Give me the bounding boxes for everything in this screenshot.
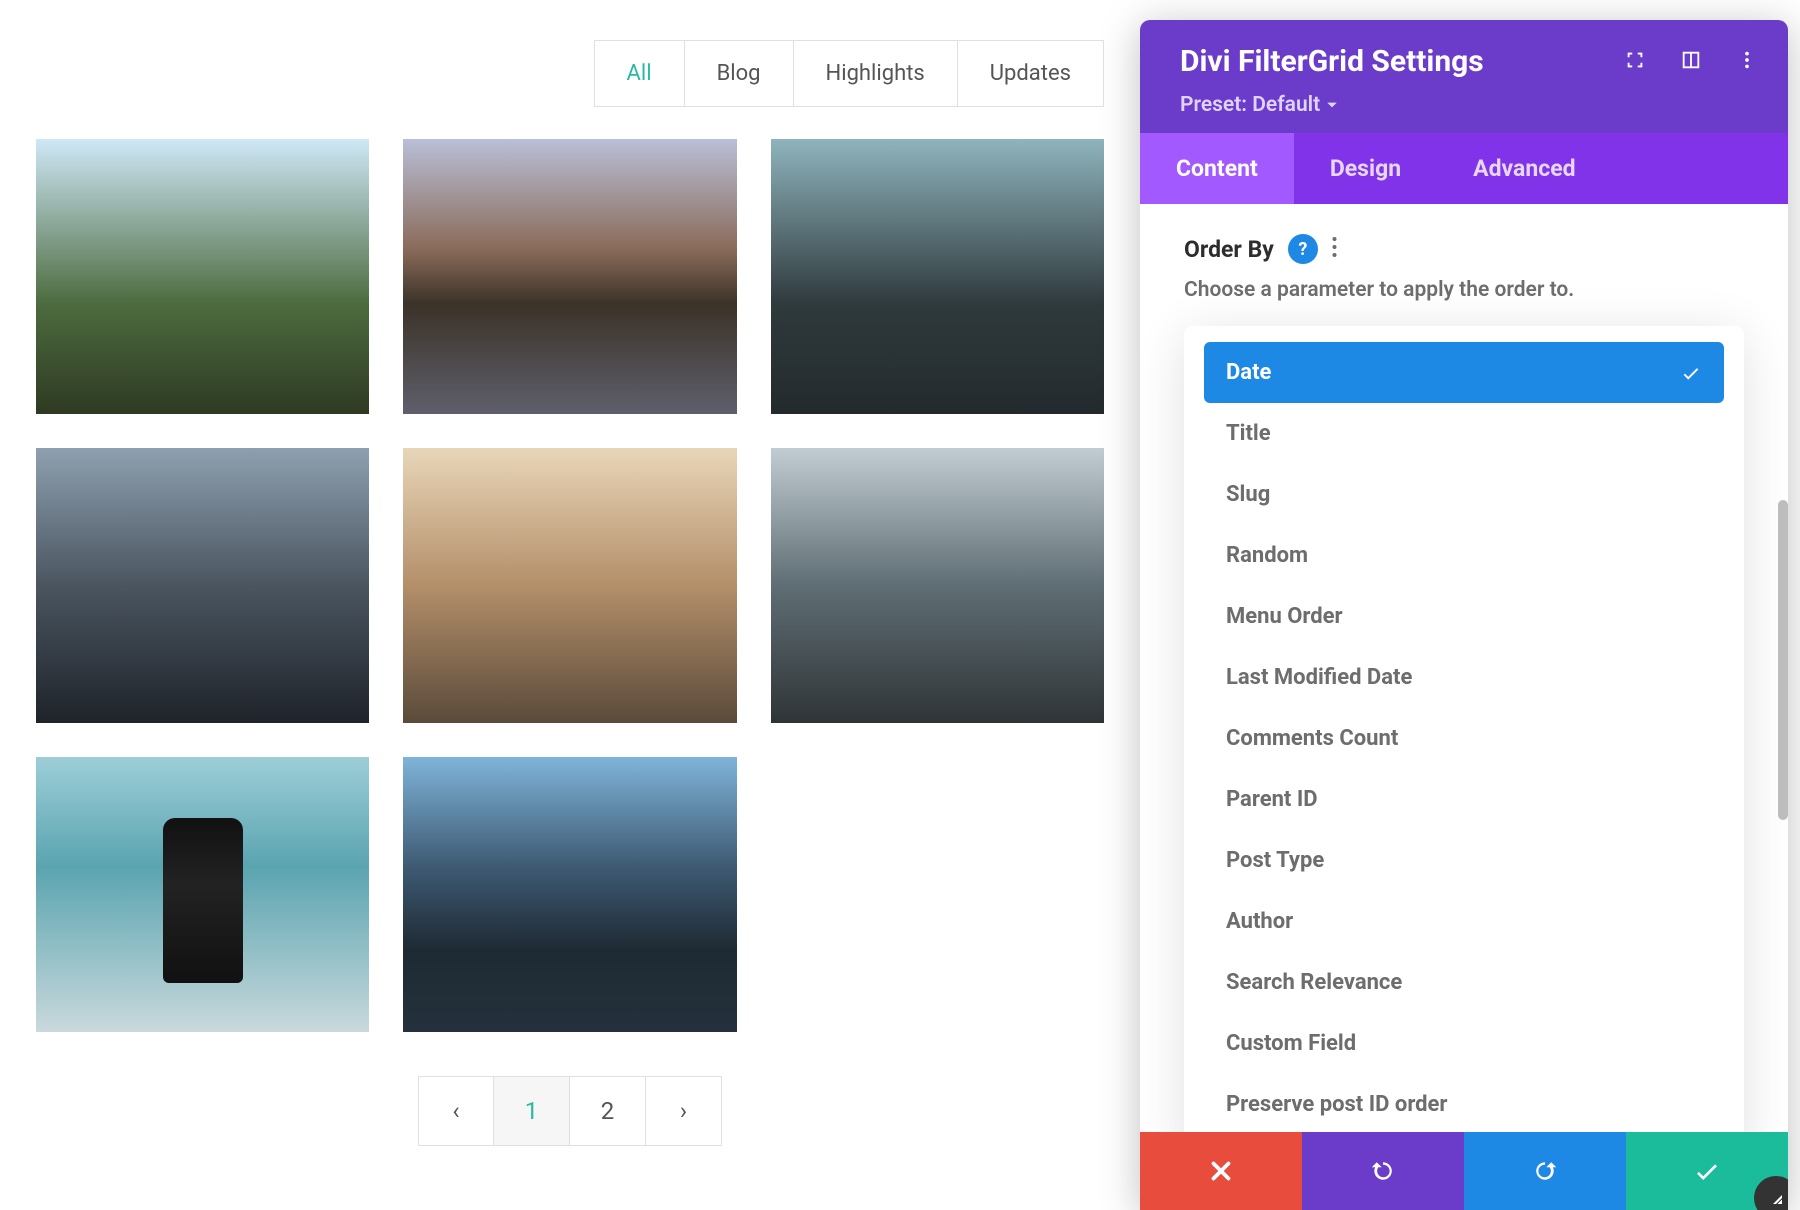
- order-by-option-post-type[interactable]: Post Type: [1204, 830, 1724, 891]
- order-by-option-search-relevance[interactable]: Search Relevance: [1204, 952, 1724, 1013]
- kebab-icon[interactable]: [1736, 49, 1758, 75]
- grid-item[interactable]: [403, 139, 736, 414]
- grid-item[interactable]: [403, 757, 736, 1032]
- panel-header: Divi FilterGrid Settings Preset: Default: [1140, 20, 1788, 133]
- chevron-down-icon: [1326, 99, 1338, 111]
- pagination-page-1[interactable]: 1: [494, 1076, 570, 1146]
- preset-selector[interactable]: Preset: Default: [1180, 93, 1758, 117]
- panel-body: Order By ? Choose a parameter to apply t…: [1140, 204, 1788, 1132]
- option-label: Date: [1226, 360, 1271, 385]
- layout-icon[interactable]: [1680, 49, 1702, 75]
- tab-design[interactable]: Design: [1294, 133, 1437, 204]
- grid-item[interactable]: [771, 448, 1104, 723]
- order-by-option-comments-count[interactable]: Comments Count: [1204, 708, 1724, 769]
- help-icon[interactable]: ?: [1288, 234, 1318, 264]
- order-by-section: Order By ? Choose a parameter to apply t…: [1140, 204, 1788, 302]
- order-by-dropdown: Date Title Slug Random Menu Order Last M…: [1184, 326, 1744, 1132]
- grid-item[interactable]: [36, 448, 369, 723]
- preset-label: Preset: Default: [1180, 93, 1320, 117]
- order-by-option-title[interactable]: Title: [1204, 403, 1724, 464]
- undo-icon: [1368, 1156, 1398, 1186]
- order-by-option-date[interactable]: Date: [1204, 342, 1724, 403]
- pagination-page-2[interactable]: 2: [570, 1076, 646, 1146]
- cancel-button[interactable]: [1140, 1132, 1302, 1210]
- undo-button[interactable]: [1302, 1132, 1464, 1210]
- close-icon: [1206, 1156, 1236, 1186]
- preview-area: All Blog Highlights Updates ‹ 1 2 ›: [0, 0, 1140, 1210]
- tab-content[interactable]: Content: [1140, 133, 1294, 204]
- pagination-prev[interactable]: ‹: [418, 1076, 494, 1146]
- panel-tabs: Content Design Advanced: [1140, 133, 1788, 204]
- grid-item[interactable]: [771, 139, 1104, 414]
- order-by-option-preserve-id[interactable]: Preserve post ID order: [1204, 1074, 1724, 1132]
- field-options-icon[interactable]: [1332, 237, 1337, 261]
- filter-tab-highlights[interactable]: Highlights: [794, 40, 958, 107]
- panel-title: Divi FilterGrid Settings: [1180, 44, 1484, 79]
- order-by-option-last-modified[interactable]: Last Modified Date: [1204, 647, 1724, 708]
- redo-icon: [1530, 1156, 1560, 1186]
- expand-icon[interactable]: [1624, 49, 1646, 75]
- redo-button[interactable]: [1464, 1132, 1626, 1210]
- filter-tab-blog[interactable]: Blog: [685, 40, 794, 107]
- order-by-option-random[interactable]: Random: [1204, 525, 1724, 586]
- order-by-option-slug[interactable]: Slug: [1204, 464, 1724, 525]
- order-by-option-custom-field[interactable]: Custom Field: [1204, 1013, 1724, 1074]
- resize-icon: [1767, 1189, 1785, 1207]
- pagination-next[interactable]: ›: [646, 1076, 722, 1146]
- grid-item[interactable]: [403, 448, 736, 723]
- order-by-label: Order By: [1184, 236, 1274, 263]
- grid-item[interactable]: [36, 139, 369, 414]
- order-by-option-author[interactable]: Author: [1204, 891, 1724, 952]
- panel-footer: [1140, 1132, 1788, 1210]
- grid-item[interactable]: [36, 757, 369, 1032]
- filter-tabs: All Blog Highlights Updates: [36, 40, 1104, 107]
- order-by-option-parent-id[interactable]: Parent ID: [1204, 769, 1724, 830]
- tab-advanced[interactable]: Advanced: [1437, 133, 1611, 204]
- pagination: ‹ 1 2 ›: [36, 1076, 1104, 1146]
- settings-panel: Divi FilterGrid Settings Preset: Default…: [1140, 20, 1788, 1210]
- order-by-description: Choose a parameter to apply the order to…: [1184, 278, 1744, 302]
- filter-tab-updates[interactable]: Updates: [958, 40, 1104, 107]
- filter-tab-all[interactable]: All: [594, 40, 685, 107]
- image-grid: [36, 139, 1104, 1032]
- order-by-option-menu-order[interactable]: Menu Order: [1204, 586, 1724, 647]
- check-icon: [1692, 1156, 1722, 1186]
- check-icon: [1680, 362, 1702, 384]
